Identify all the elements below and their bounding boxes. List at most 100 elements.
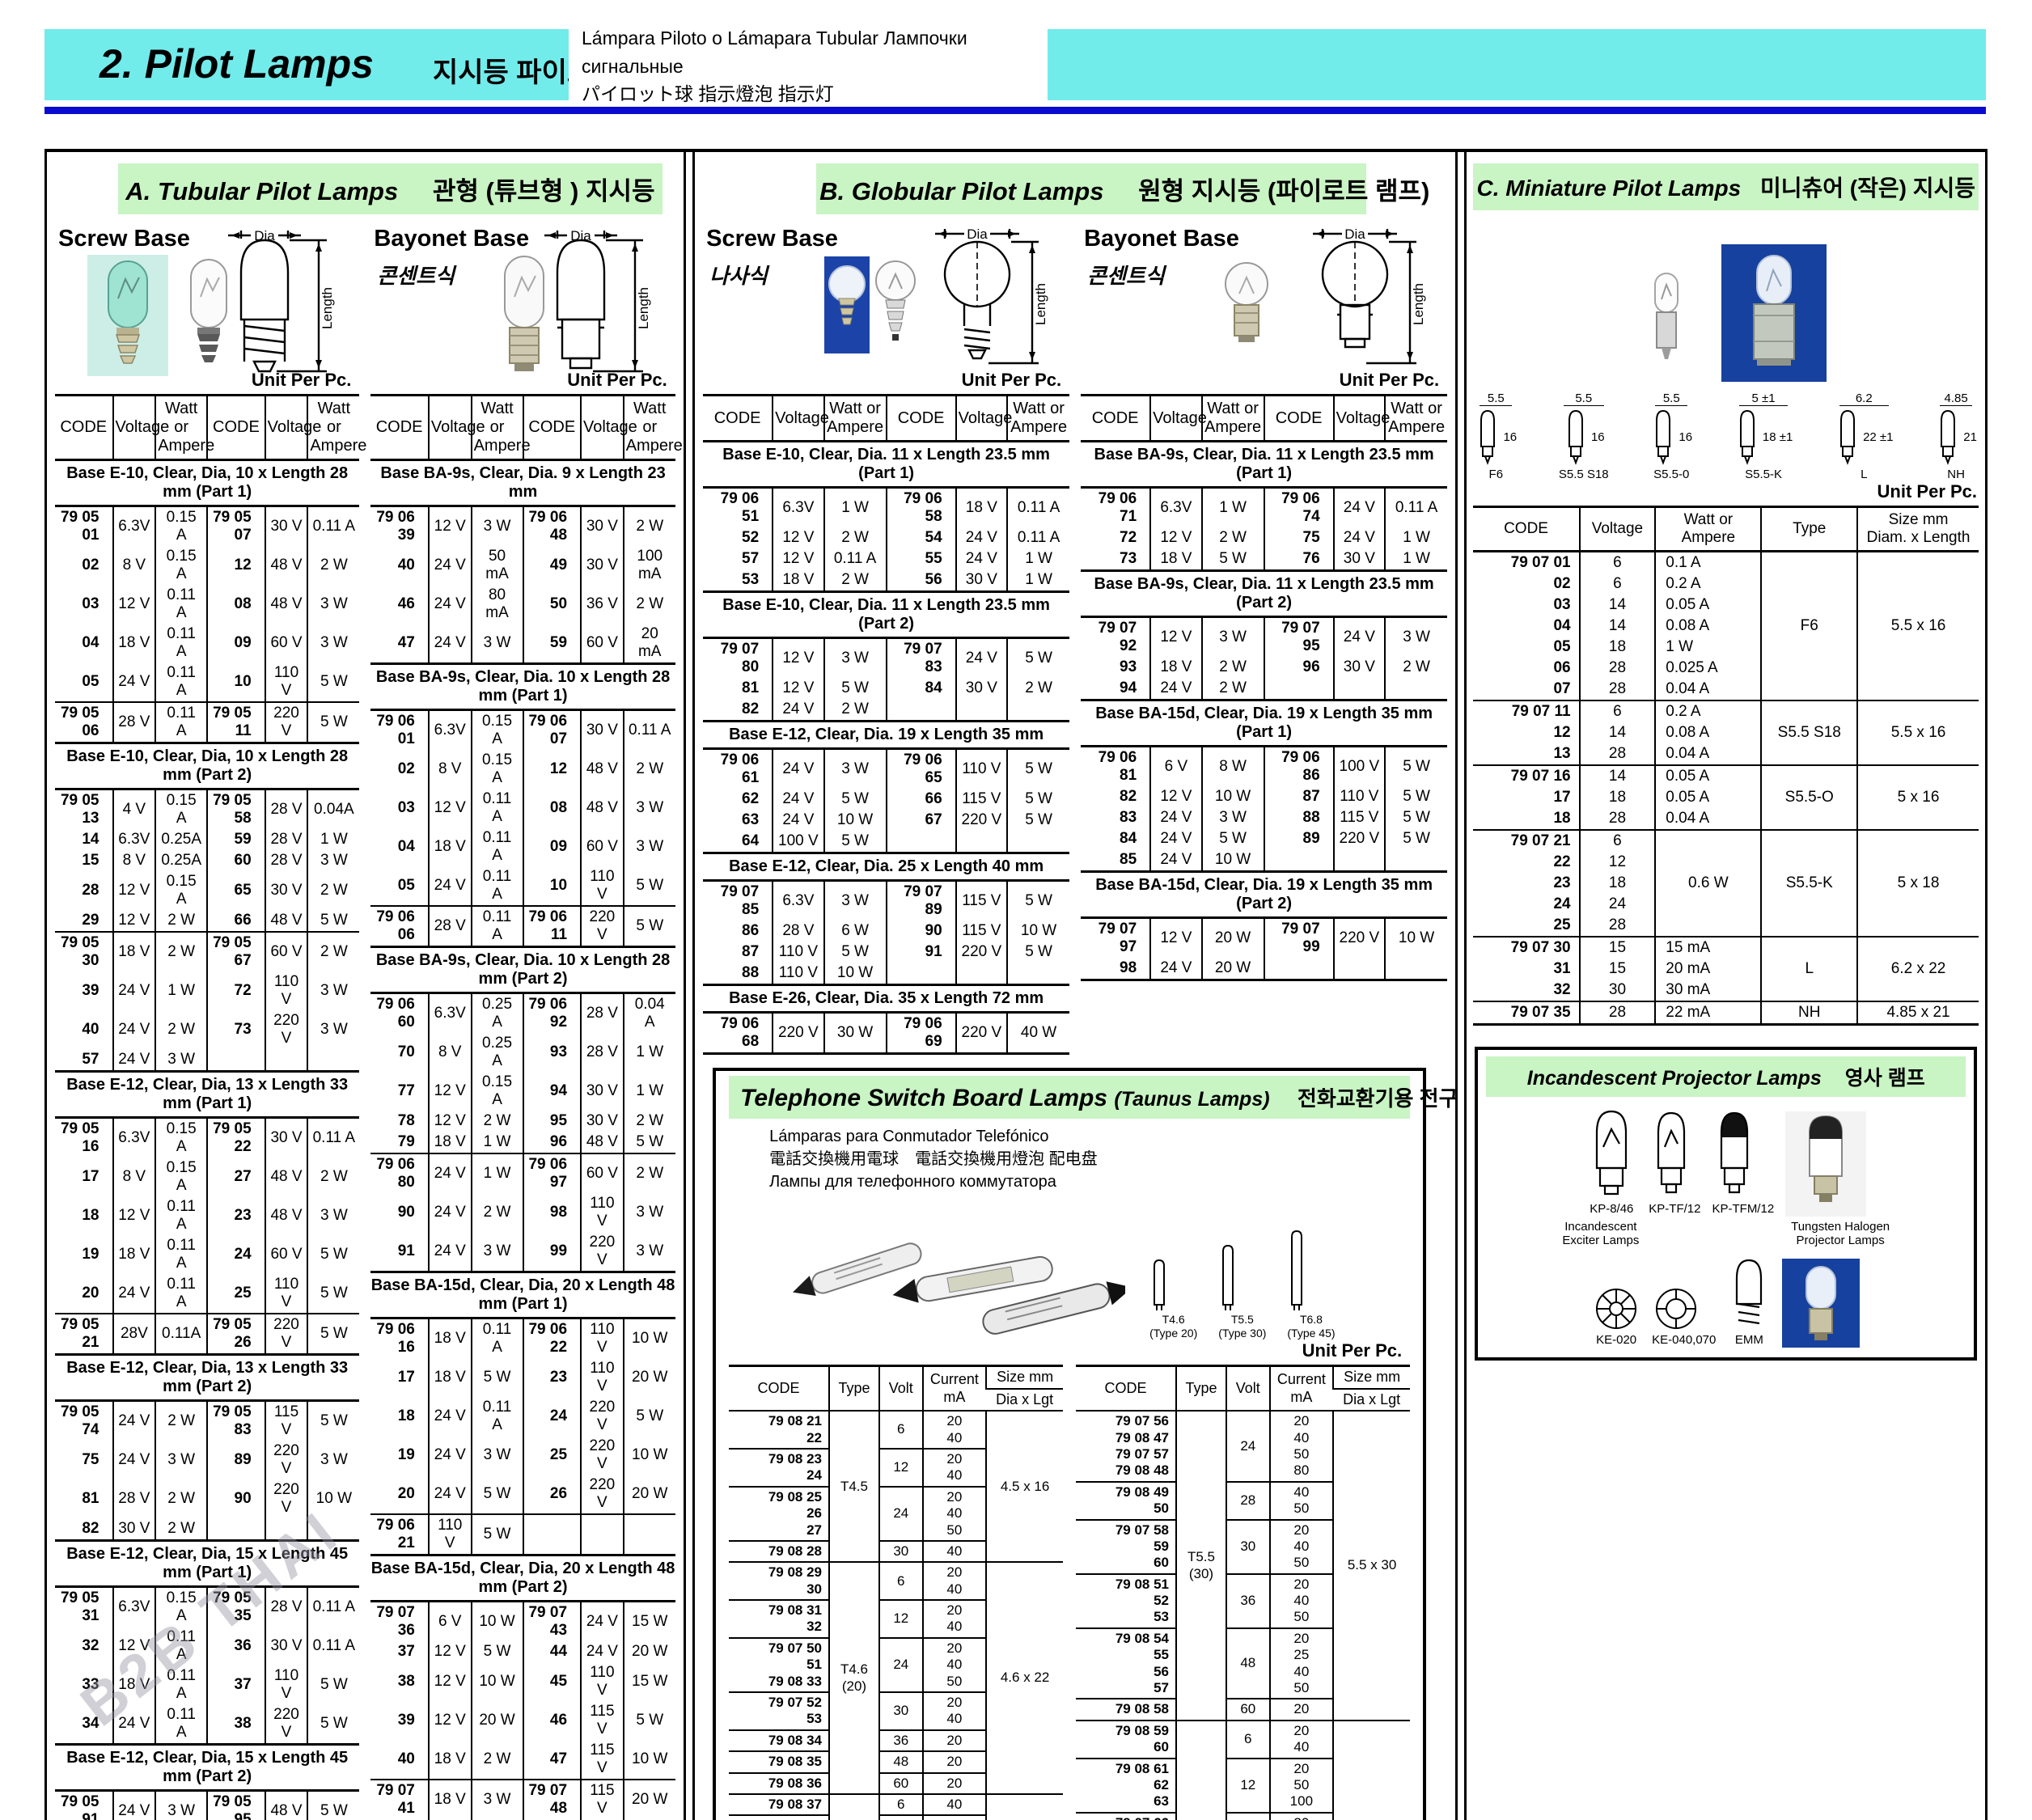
- table-row: 79 07 5679 08 4779 07 5779 08 48T5.5 (30…: [1076, 1411, 1410, 1482]
- table-row: 79 06 68220 V30 W79 06 69220 V40 W: [703, 1013, 1069, 1054]
- screw-base-heading: Screw Base: [58, 226, 190, 252]
- table-cell: 12 V: [773, 638, 823, 679]
- table-cell: 79 07 95: [1264, 617, 1334, 658]
- dia-label: Dia: [255, 228, 276, 243]
- table-cell: 39: [55, 971, 113, 1010]
- table-cell: 2 W: [824, 527, 887, 548]
- mini-lamp-diagram: 5.516F6: [1475, 392, 1517, 481]
- table-cell: 12 V: [113, 1196, 156, 1235]
- table-cell: 40: [923, 1794, 986, 1815]
- table-cell: 2 W: [1202, 527, 1264, 548]
- table-cell: 48 V: [265, 585, 308, 624]
- table-cell: 79 08 58: [1076, 1699, 1176, 1720]
- table-cell: 28 V: [581, 1033, 624, 1072]
- table-row: 7212 V2 W7524 V1 W: [1081, 527, 1447, 548]
- table-cell: 48 V: [581, 1132, 624, 1153]
- table-cell: 24: [1226, 1411, 1270, 1482]
- globular-bayonet-table: CODEVoltageWatt or AmpereCODEVoltageWatt…: [1081, 394, 1447, 981]
- table-cell: Base BA-9s, Clear, Dia. 11 x Length 23.5…: [1081, 571, 1447, 617]
- table-cell: 08: [523, 789, 582, 827]
- table-cell: CODE: [703, 396, 773, 442]
- table-cell: 3 W: [472, 624, 523, 664]
- table-row: 3912 V20 W46115 V5 W: [370, 1701, 675, 1740]
- table-cell: 24 V: [113, 1401, 156, 1441]
- table-cell: 07: [1473, 679, 1579, 700]
- table-cell: 79 06 68: [703, 1013, 773, 1054]
- table-cell: 5 W: [307, 1235, 359, 1274]
- table-row: Base BA-15d, Clear, Dia, 20 x Length 48 …: [370, 1272, 675, 1318]
- table-cell: [265, 1049, 308, 1072]
- table-cell: 28 V: [265, 850, 308, 871]
- table-cell: 85: [1081, 849, 1150, 872]
- table-cell: 2 W: [624, 585, 675, 624]
- table-cell: 79 06 80: [370, 1153, 429, 1193]
- table-cell: 24 V: [113, 662, 156, 702]
- table-cell: 5 W: [1007, 789, 1069, 810]
- table-cell: 24 V: [1334, 488, 1385, 528]
- table-cell: 110 V: [265, 971, 308, 1010]
- table-cell: 5 W: [307, 1401, 359, 1441]
- table-cell: F6: [1761, 552, 1857, 701]
- table-cell: Dia x Lgt: [986, 1389, 1063, 1412]
- table-row: 4624 V80 mA5036 V2 W: [370, 585, 675, 624]
- table-cell: 2 W: [155, 1518, 207, 1541]
- dia-label: Dia: [967, 227, 988, 242]
- table-cell: 6: [1580, 574, 1656, 595]
- table-cell: 30: [1580, 980, 1656, 1001]
- table-cell: Volt: [1226, 1366, 1270, 1412]
- table-cell: 6: [879, 1562, 923, 1600]
- table-row: 79 08 2122T4.5620404.5 x 16: [729, 1411, 1063, 1449]
- table-cell: 12 V: [1150, 527, 1201, 548]
- table-cell: 52: [703, 527, 773, 548]
- table-cell: 79 06 69: [887, 1013, 956, 1054]
- table-row: CODEVoltageWatt or AmpereCODEVoltageWatt…: [370, 396, 675, 460]
- table-cell: 2 W: [155, 1010, 207, 1049]
- telephone-desc-cjk: 電話交換機用電球 電話交換機用燈泡 配电盘: [769, 1148, 1410, 1170]
- table-cell: 39: [370, 1701, 429, 1740]
- table-cell: 49: [523, 546, 582, 585]
- table-cell: Volt: [879, 1366, 923, 1412]
- table-cell: 1 W: [1007, 569, 1069, 592]
- table-cell: 93: [523, 1033, 582, 1072]
- table-cell: 6: [1580, 552, 1656, 574]
- table-cell: 0.15 A: [155, 506, 207, 547]
- table-cell: 79 06 51: [703, 488, 773, 528]
- table-cell: 2 W: [307, 871, 359, 910]
- table-row: 79 07 856.3V3 W79 07 89115 V5 W: [703, 881, 1069, 921]
- bayonet-base-heading-korean: 콘센트식: [377, 260, 455, 290]
- table-cell: 79 06 74: [1264, 488, 1334, 528]
- table-cell: Base E-10, Clear, Dia. 11 x Length 23.5 …: [703, 442, 1069, 488]
- table-cell: 60: [1226, 1699, 1270, 1720]
- table-row: 5712 V0.11 A5524 V1 W: [703, 548, 1069, 569]
- table-cell: Base BA-15d, Clear, Dia. 19 x Length 35 …: [1081, 700, 1447, 747]
- table-cell: 6.3V: [429, 710, 472, 751]
- telephone-heading: Telephone Switch Board Lamps (Taunus Lam…: [729, 1076, 1410, 1119]
- telephone-switchboard-lamps-box: Telephone Switch Board Lamps (Taunus Lam…: [713, 1068, 1426, 1820]
- table-cell: S5.5-O: [1761, 765, 1857, 830]
- table-cell: 79 08 34: [729, 1730, 829, 1751]
- table-cell: 28: [1580, 658, 1656, 679]
- table-cell: 4.6 x 22: [986, 1562, 1063, 1794]
- table-cell: 2 W: [307, 1158, 359, 1196]
- table-cell: 0.6 W: [1655, 830, 1761, 937]
- table-row: 5724 V3 W: [55, 1049, 359, 1072]
- table-cell: 5 W: [307, 1704, 359, 1745]
- table-row: Base E-12, Clear, Dia, 13 x Length 33 mm…: [55, 1072, 359, 1118]
- table-cell: 75: [1264, 527, 1334, 548]
- table-cell: 79 06 48: [523, 506, 582, 547]
- table-cell: 62: [703, 789, 773, 810]
- table-cell: 79 06 71: [1081, 488, 1150, 528]
- section-a-heading: A. Tubular Pilot Lamps 관형 (튜브형 ) 지시등: [118, 163, 663, 214]
- table-cell: 60: [207, 850, 265, 871]
- globular-bayonet-lamp-photo: [1218, 260, 1275, 373]
- table-cell: 12 V: [773, 548, 823, 569]
- table-cell: 79 05 74: [55, 1401, 113, 1441]
- table-cell: 220 V: [773, 1013, 823, 1054]
- table-cell: 12: [879, 1815, 923, 1820]
- table-cell: 0.11 A: [472, 906, 523, 947]
- table-cell: Voltage: [1580, 507, 1656, 552]
- table-row: CODEVoltageWatt or AmpereCODEVoltageWatt…: [55, 396, 359, 460]
- table-cell: 110 V: [265, 662, 308, 702]
- projector-lamp-item: KP-TFM/12: [1712, 1108, 1774, 1217]
- table-cell: 0.11A: [155, 1314, 207, 1355]
